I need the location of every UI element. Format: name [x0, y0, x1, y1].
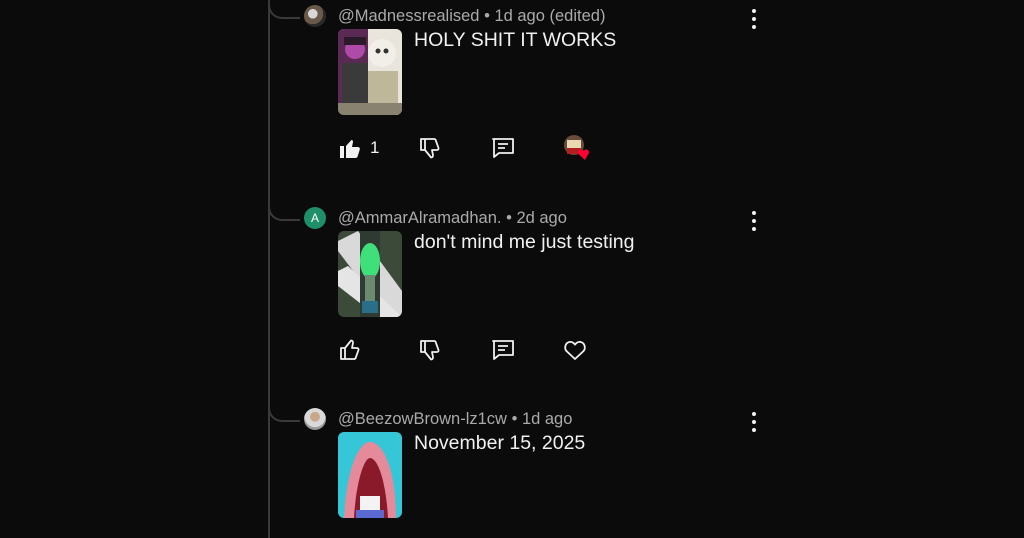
- comment-image[interactable]: [338, 29, 402, 115]
- author-handle[interactable]: @BeezowBrown-lz1cw: [338, 410, 507, 428]
- avatar[interactable]: A: [304, 207, 326, 229]
- comment-text: HOLY SHIT IT WORKS: [414, 29, 617, 51]
- more-options-icon[interactable]: [750, 211, 758, 231]
- comment-text: November 15, 2025: [414, 432, 586, 454]
- reply-icon: [492, 138, 514, 158]
- thumbs-down-icon: [420, 340, 440, 361]
- comment-actions: 1: [338, 135, 638, 161]
- reply-icon: [492, 340, 514, 360]
- comment-image[interactable]: [338, 432, 402, 518]
- thread-branch: [268, 406, 300, 422]
- thread-branch: [268, 205, 300, 221]
- comment-meta: @Madnessrealised • 1d ago (edited): [338, 7, 605, 26]
- like-count: 1: [370, 138, 380, 157]
- reply-button[interactable]: [490, 135, 516, 161]
- author-handle[interactable]: @AmmarAlramadhan.: [338, 209, 501, 227]
- avatar[interactable]: [304, 5, 326, 27]
- comment-text: don't mind me just testing: [414, 231, 635, 253]
- thumbs-down-icon: [420, 138, 440, 159]
- like-button[interactable]: [338, 337, 362, 363]
- reply-comment: A @AmmarAlramadhan. • 2d ago don't mind …: [268, 205, 768, 377]
- author-handle[interactable]: @Madnessrealised: [338, 7, 479, 25]
- dislike-button[interactable]: [418, 337, 442, 363]
- creator-heart-avatar-icon: [564, 135, 590, 160]
- thumbs-up-filled-icon: [340, 140, 360, 158]
- avatar[interactable]: [304, 408, 326, 430]
- timestamp: • 1d ago: [511, 410, 573, 428]
- reply-button[interactable]: [490, 337, 516, 363]
- comment-meta: @AmmarAlramadhan. • 2d ago: [338, 209, 567, 228]
- more-options-icon[interactable]: [750, 9, 758, 29]
- comment-actions: [338, 337, 638, 363]
- reply-comment: @BeezowBrown-lz1cw • 1d ago November 15,…: [268, 406, 768, 538]
- heart-button[interactable]: [562, 337, 588, 363]
- comment-image[interactable]: [338, 231, 402, 317]
- like-button[interactable]: 1: [338, 135, 379, 161]
- timestamp: • 2d ago: [506, 209, 567, 227]
- more-options-icon[interactable]: [750, 412, 758, 432]
- thumbs-up-icon: [340, 339, 360, 360]
- thread-branch: [268, 3, 300, 19]
- avatar-letter: A: [310, 211, 319, 225]
- reply-comment: @Madnessrealised • 1d ago (edited) HOLY …: [268, 3, 768, 175]
- creator-heart[interactable]: [562, 135, 592, 161]
- timestamp: • 1d ago (edited): [484, 7, 606, 25]
- comment-meta: @BeezowBrown-lz1cw • 1d ago: [338, 410, 572, 429]
- heart-outline-icon: [564, 341, 586, 360]
- dislike-button[interactable]: [418, 135, 442, 161]
